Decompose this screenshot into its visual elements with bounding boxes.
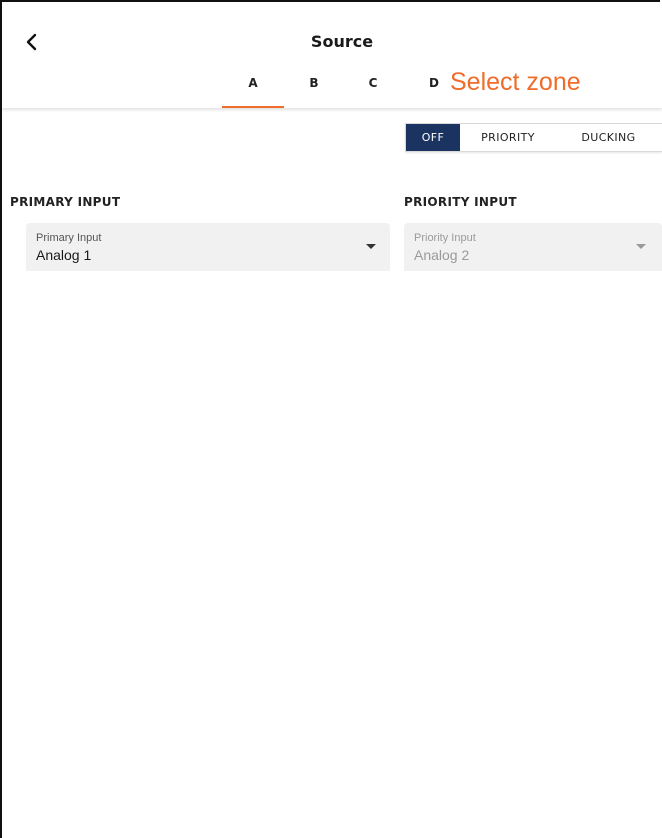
priority-input-heading: PRIORITY INPUT	[404, 195, 517, 209]
dropdown-arrow-icon	[366, 244, 376, 249]
primary-input-label: Primary Input	[36, 232, 102, 244]
mode-off-button[interactable]: OFF	[406, 124, 460, 151]
priority-mode-toggle: OFF PRIORITY DUCKING	[405, 123, 662, 152]
dropdown-arrow-icon	[636, 244, 646, 249]
primary-input-heading: PRIMARY INPUT	[10, 195, 121, 209]
priority-input-select: Priority Input Analog 2	[404, 223, 662, 271]
app-header: Source A B C D Select zone	[2, 2, 662, 108]
priority-input-value: Analog 2	[414, 247, 470, 263]
select-zone-annotation: Select zone	[450, 68, 581, 96]
mode-priority-button[interactable]: PRIORITY	[460, 124, 556, 151]
tab-zone-c[interactable]: C	[342, 72, 404, 108]
tab-zone-b[interactable]: B	[283, 72, 345, 108]
app-frame: Source A B C D Select zone OFF PRIORITY …	[0, 0, 662, 838]
primary-input-select[interactable]: Primary Input Analog 1	[26, 223, 390, 271]
tab-zone-a[interactable]: A	[222, 72, 284, 108]
primary-input-value: Analog 1	[36, 247, 92, 263]
page-title: Source	[310, 32, 374, 51]
priority-input-label: Priority Input	[414, 232, 476, 244]
mode-ducking-button[interactable]: DUCKING	[556, 124, 661, 151]
